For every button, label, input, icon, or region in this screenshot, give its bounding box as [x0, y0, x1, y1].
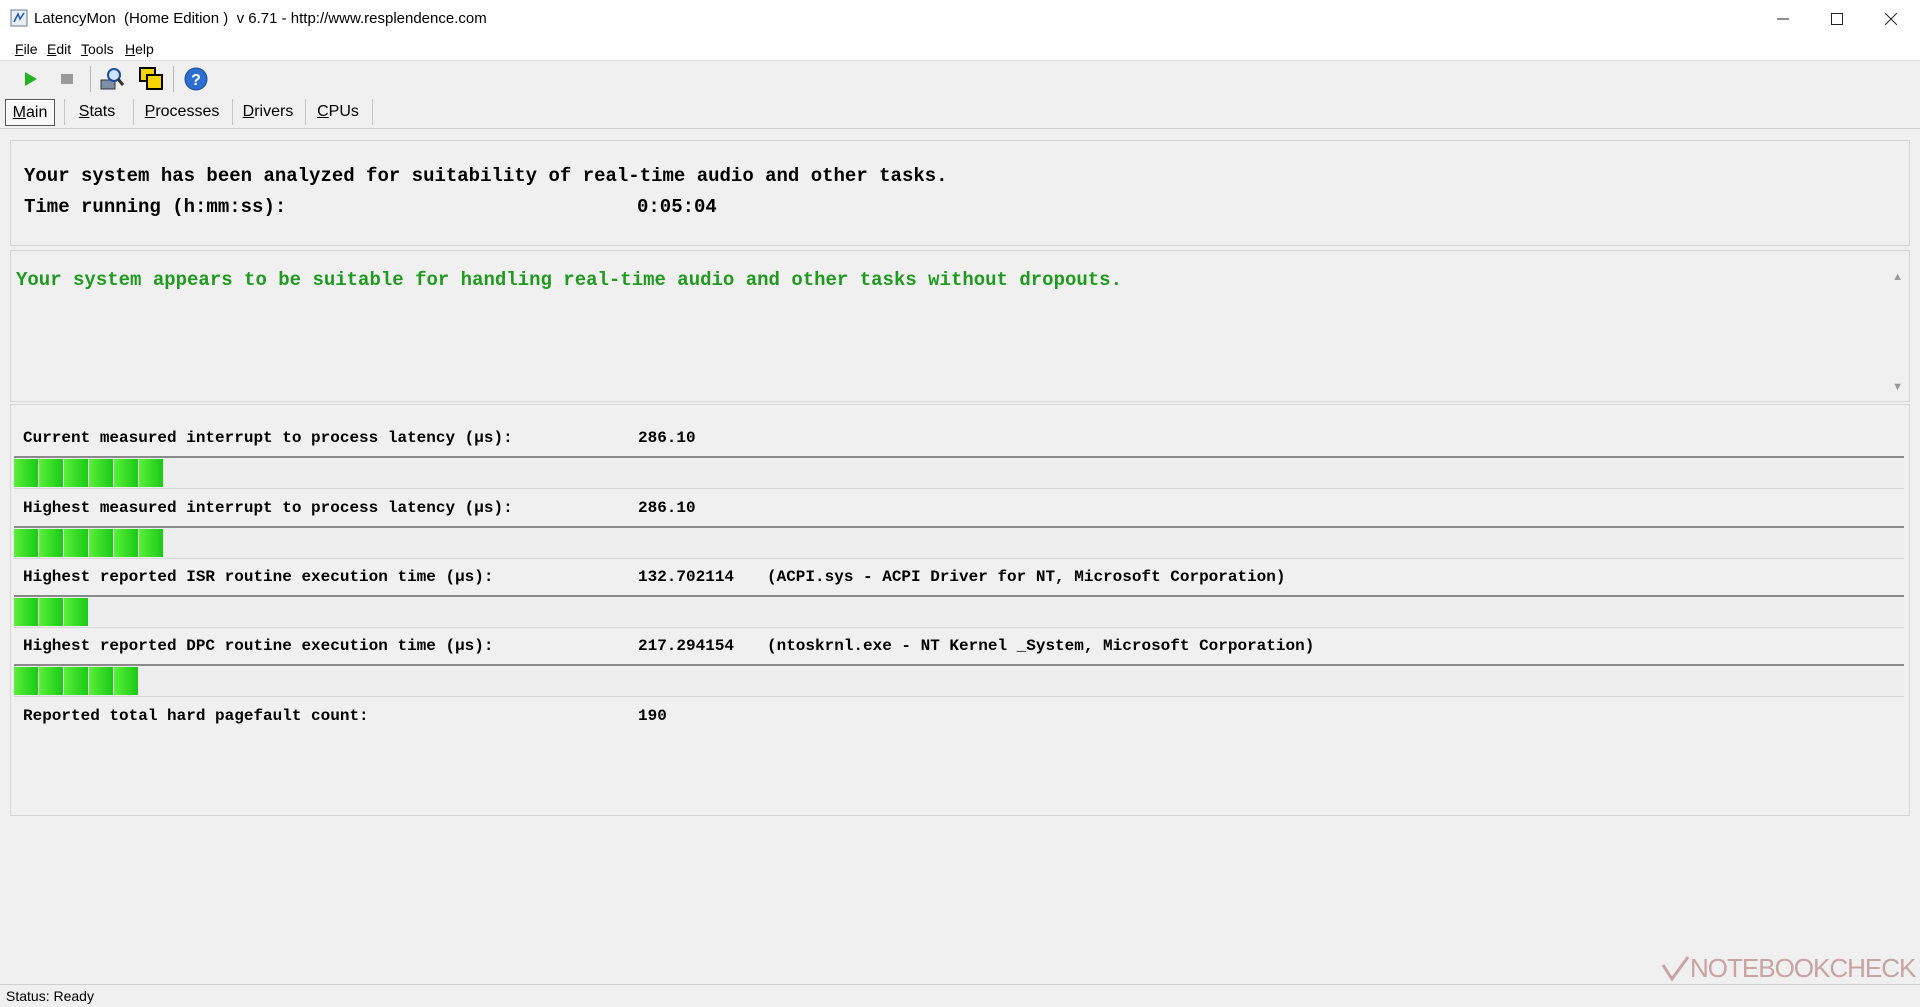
verdict-message: Your system appears to be suitable for h… — [16, 269, 1122, 291]
close-icon — [1885, 13, 1897, 25]
tab-separator — [305, 99, 306, 125]
close-button[interactable] — [1864, 0, 1918, 38]
maximize-button[interactable] — [1810, 0, 1864, 38]
menu-edit[interactable]: Edit — [47, 41, 71, 57]
menu-bar: File Edit Tools Help — [0, 38, 1920, 61]
bar-segment — [139, 529, 163, 557]
help-button[interactable]: ? — [181, 64, 211, 94]
tab-strip: Main Stats Processes Drivers C PUs — [0, 97, 1920, 127]
bar-segment — [64, 459, 88, 487]
menu-file[interactable]: File — [15, 41, 38, 57]
time-running-value: 0:05:04 — [637, 196, 717, 218]
bar-segment — [89, 459, 113, 487]
latency-bar — [14, 456, 1904, 489]
stat-value: 286.10 — [638, 499, 696, 517]
latency-bar — [14, 664, 1904, 697]
toolbar-separator — [90, 66, 91, 92]
tab-underline — [0, 128, 1920, 129]
latency-bar-fill — [14, 598, 89, 626]
bar-segment — [114, 459, 138, 487]
tab-separator — [133, 99, 134, 125]
window-title: LatencyMon (Home Edition ) v 6.71 - http… — [34, 10, 487, 27]
stat-label: Current measured interrupt to process la… — [23, 429, 513, 447]
help-icon: ? — [184, 67, 208, 91]
stats-panel: Current measured interrupt to process la… — [10, 404, 1910, 816]
verdict-panel[interactable]: Your system appears to be suitable for h… — [10, 250, 1910, 402]
stat-label: Highest reported DPC routine execution t… — [23, 637, 494, 655]
status-bar: Status: Ready — [0, 984, 1920, 1007]
stat-value: 132.702114 — [638, 568, 735, 586]
analyze-button[interactable] — [97, 64, 127, 94]
scroll-down-icon[interactable]: ▼ — [1892, 381, 1903, 393]
stat-driver-info: (ACPI.sys - ACPI Driver for NT, Microsof… — [767, 568, 1286, 586]
time-running-label: Time running (h:mm:ss): — [24, 196, 287, 218]
bar-segment — [39, 598, 63, 626]
bar-segment — [64, 529, 88, 557]
stat-label: Highest reported ISR routine execution t… — [23, 568, 494, 586]
tab-separator — [372, 99, 373, 125]
maximize-icon — [1831, 13, 1843, 25]
tab-drivers[interactable]: Drivers — [240, 99, 296, 124]
notebookcheck-logo-icon — [1661, 956, 1690, 982]
windows-button[interactable] — [136, 64, 166, 94]
status-text: Status: Ready — [6, 988, 94, 1004]
tab-separator — [64, 99, 65, 125]
app-icon — [10, 9, 28, 27]
latency-bar — [14, 526, 1904, 559]
menu-tools[interactable]: Tools — [81, 41, 114, 57]
menu-help[interactable]: Help — [125, 41, 154, 57]
start-button[interactable] — [15, 64, 45, 94]
minimize-icon — [1777, 18, 1789, 20]
summary-panel: Your system has been analyzed for suitab… — [10, 140, 1910, 246]
bar-segment — [14, 667, 38, 695]
tab-stats[interactable]: Stats — [72, 99, 122, 124]
stat-value: 217.294154 — [638, 637, 735, 655]
toolbar: ? — [0, 61, 1920, 97]
scroll-up-icon[interactable]: ▲ — [1892, 271, 1903, 283]
stat-driver-info: (ntoskrnl.exe - NT Kernel _System, Micro… — [767, 637, 1315, 655]
stat-value: 190 — [638, 707, 667, 725]
latency-bar — [14, 595, 1904, 628]
windows-icon — [139, 67, 163, 90]
watermark-text: NOTEBOOKCHECK — [1690, 952, 1916, 983]
bar-segment — [14, 459, 38, 487]
latency-bar-fill — [14, 667, 139, 695]
notebookcheck-watermark: NOTEBOOKCHECK — [1660, 950, 1916, 986]
stop-button[interactable] — [52, 64, 82, 94]
latency-bar-fill — [14, 459, 164, 487]
stat-value: 286.10 — [638, 429, 696, 447]
tab-cpus[interactable]: C PUs — [313, 99, 363, 124]
minimize-button[interactable] — [1756, 0, 1810, 38]
analyze-icon — [100, 68, 125, 90]
bar-segment — [14, 529, 38, 557]
bar-segment — [64, 598, 88, 626]
toolbar-separator — [173, 66, 174, 92]
bar-segment — [89, 529, 113, 557]
stop-icon — [61, 74, 73, 84]
bar-segment — [39, 459, 63, 487]
bar-segment — [14, 598, 38, 626]
tab-main[interactable]: Main — [5, 99, 55, 126]
bar-segment — [89, 667, 113, 695]
tab-separator — [232, 99, 233, 125]
bar-segment — [39, 667, 63, 695]
svg-text:?: ? — [191, 72, 201, 89]
play-icon — [25, 72, 37, 86]
bar-segment — [39, 529, 63, 557]
bar-segment — [114, 529, 138, 557]
summary-line: Your system has been analyzed for suitab… — [24, 165, 948, 187]
bar-segment — [64, 667, 88, 695]
bar-segment — [114, 667, 138, 695]
latency-bar-fill — [14, 529, 164, 557]
stat-label: Reported total hard pagefault count: — [23, 707, 369, 725]
tab-processes[interactable]: Processes — [142, 99, 222, 124]
stat-label: Highest measured interrupt to process la… — [23, 499, 513, 517]
title-bar: LatencyMon (Home Edition ) v 6.71 - http… — [0, 0, 1920, 39]
bar-segment — [139, 459, 163, 487]
